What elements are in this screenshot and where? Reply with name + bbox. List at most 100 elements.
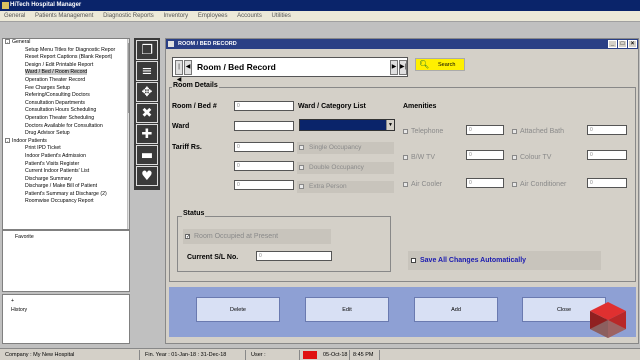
minimize-button[interactable]: _ — [608, 40, 617, 48]
form-icon — [168, 41, 174, 47]
tree-item[interactable]: Setup Menu Titles for Diagnostic Repor — [3, 47, 129, 55]
prev-record-button[interactable]: ◀ — [184, 60, 192, 75]
room-details-legend: Room Details — [172, 82, 219, 89]
history-panel: + History — [2, 294, 130, 344]
tree-item[interactable]: Consultation Departments — [3, 100, 129, 108]
toolstrip: ❐ ≡ ✥ ✖ ✚ ▬ ♥ — [134, 38, 160, 190]
collapse-icon[interactable]: - — [5, 39, 10, 45]
tree-item[interactable]: Operation Theater Record — [3, 77, 129, 85]
tree-group-node[interactable]: - Indoor Patients — [3, 138, 129, 146]
tree-item[interactable]: Patient's Summary at Discharge (2) — [3, 191, 129, 199]
tree-item-label: Current Indoor Patients' List — [25, 168, 90, 175]
tree-item[interactable]: Discharge Summary — [3, 176, 129, 184]
current-sl-input[interactable]: 0 — [256, 251, 332, 261]
favorite-label[interactable]: Favorite — [3, 234, 129, 240]
menu-general[interactable]: General — [0, 11, 29, 22]
status-indicator — [303, 351, 317, 359]
tree-item-label: Operation Theater Scheduling — [25, 114, 95, 121]
tree-item-label: Fee Charges Setup — [25, 84, 70, 91]
ward-category-dropdown[interactable]: ▼ — [299, 119, 395, 131]
bw-tv-checkbox[interactable]: B/W TV — [403, 154, 435, 161]
tree-item[interactable]: Discharge / Make Bill of Patient — [3, 183, 129, 191]
tree-item[interactable]: Operation Theater Scheduling — [3, 115, 129, 123]
tree-item-label: Consultation Hours Scheduling — [25, 107, 97, 114]
air-cooler-input[interactable]: 0 — [466, 178, 504, 188]
telephone-input[interactable]: 0 — [466, 125, 504, 135]
attached-bath-checkbox[interactable]: Attached Bath — [512, 128, 564, 135]
tree-item[interactable]: Consultation Hours Scheduling — [3, 107, 129, 115]
colour-tv-checkbox[interactable]: Colour TV — [512, 154, 551, 161]
menu-accounts[interactable]: Accounts — [233, 11, 266, 22]
room-occupied-checkbox[interactable]: ✓ Room Occupied at Present — [183, 229, 331, 244]
user-status: User : — [248, 350, 300, 360]
chevron-down-icon[interactable]: ▼ — [386, 120, 394, 130]
last-record-button[interactable]: ▶| — [399, 60, 407, 75]
tree-item-label: Indoor Patient's Admission — [25, 152, 86, 159]
history-node[interactable]: + History — [3, 298, 129, 313]
delete-button[interactable]: Delete — [196, 297, 280, 322]
remove-icon[interactable]: ▬ — [136, 145, 158, 165]
search-button[interactable]: 🔍︎ Search — [415, 58, 465, 71]
list-icon[interactable]: ≡ — [136, 61, 158, 81]
save-all-checkbox[interactable]: Save All Changes Automatically — [408, 251, 601, 270]
add-icon[interactable]: ✚ — [136, 124, 158, 144]
move-icon[interactable]: ✥ — [136, 82, 158, 102]
tree-item-label: Consultation Departments — [25, 99, 85, 106]
next-record-button[interactable]: ▶ — [390, 60, 398, 75]
tree-item[interactable]: Reset Report Captions (Blank Report) — [3, 54, 129, 62]
tree-item[interactable]: Ward / Bed / Room Record — [3, 69, 129, 77]
telephone-checkbox[interactable]: Telephone — [403, 128, 443, 135]
first-record-button[interactable]: |◀ — [175, 60, 183, 83]
close-window-button[interactable]: × — [628, 40, 637, 48]
tree-item[interactable]: Doctors Available for Consultation — [3, 123, 129, 131]
menu-utilities[interactable]: Utilities — [268, 11, 295, 22]
tariff-input-3[interactable]: 0 — [234, 180, 294, 190]
tree-item-label: Indoor Patients — [12, 137, 47, 144]
tree-item[interactable]: Roomwise Occupancy Report — [3, 198, 129, 206]
room-bed-form: ROOM / BED RECORD _ □ × |◀ ◀ Room / Bed … — [165, 38, 639, 344]
edit-button[interactable]: Edit — [305, 297, 389, 322]
tree-item[interactable]: Patient's Visits Register — [3, 161, 129, 169]
single-occupancy-checkbox[interactable]: Single Occupancy — [297, 142, 394, 154]
tree-item[interactable]: Indoor Patient's Admission — [3, 153, 129, 161]
tree-item-label: Patient's Visits Register — [25, 160, 80, 167]
double-occupancy-checkbox[interactable]: Double Occupancy — [297, 162, 394, 174]
expand-icon[interactable]: + — [7, 298, 129, 304]
attached-bath-input[interactable]: 0 — [587, 125, 627, 135]
tree-scrollbar-thumb[interactable] — [128, 43, 129, 113]
tree-item[interactable]: Refering/Consulting Doctors — [3, 92, 129, 100]
delete-x-icon[interactable]: ✖ — [136, 103, 158, 123]
heart-icon[interactable]: ♥ — [136, 166, 158, 186]
colour-tv-input[interactable]: 0 — [587, 150, 627, 160]
bw-tv-input[interactable]: 0 — [466, 150, 504, 160]
date-status: 05-Oct-18 — [320, 350, 350, 360]
ward-input[interactable] — [234, 121, 294, 131]
room-bed-input[interactable]: 0 — [234, 101, 294, 111]
air-conditioner-input[interactable]: 0 — [587, 178, 627, 188]
menu-inventory[interactable]: Inventory — [159, 11, 192, 22]
extra-person-checkbox[interactable]: Extra Person — [297, 181, 394, 193]
form-title-bar: ROOM / BED RECORD _ □ × — [166, 39, 638, 49]
tree-item[interactable]: Current Indoor Patients' List — [3, 168, 129, 176]
tariff-input-1[interactable]: 0 — [234, 142, 294, 152]
menu-patients-management[interactable]: Patients Management — [31, 11, 97, 22]
maximize-button[interactable]: □ — [618, 40, 627, 48]
tree-item[interactable]: Fee Charges Setup — [3, 85, 129, 93]
tree-item[interactable]: Print IPD Ticket — [3, 145, 129, 153]
air-conditioner-checkbox[interactable]: Air Conditioner — [512, 181, 566, 188]
tree-scrollbar[interactable] — [127, 39, 129, 229]
menu-diagnostic-reports[interactable]: Diagnostic Reports — [99, 11, 158, 22]
menu-employees[interactable]: Employees — [194, 11, 232, 22]
current-sl-label: Current S/L No. — [187, 254, 239, 261]
air-cooler-checkbox[interactable]: Air Cooler — [403, 181, 442, 188]
add-button[interactable]: Add — [414, 297, 498, 322]
tree-group-node[interactable]: - General — [3, 39, 129, 47]
nav-title: Room / Bed Record — [197, 62, 276, 72]
tree-item[interactable]: Design / Edit Printable Report — [3, 62, 129, 70]
amenities-label: Amenities — [403, 103, 437, 110]
copy-icon[interactable]: ❐ — [136, 40, 158, 60]
collapse-icon[interactable]: - — [5, 137, 10, 143]
status-group — [177, 216, 391, 272]
tariff-input-2[interactable]: 0 — [234, 161, 294, 171]
tree-item[interactable]: Drug Advisor Setup — [3, 130, 129, 138]
